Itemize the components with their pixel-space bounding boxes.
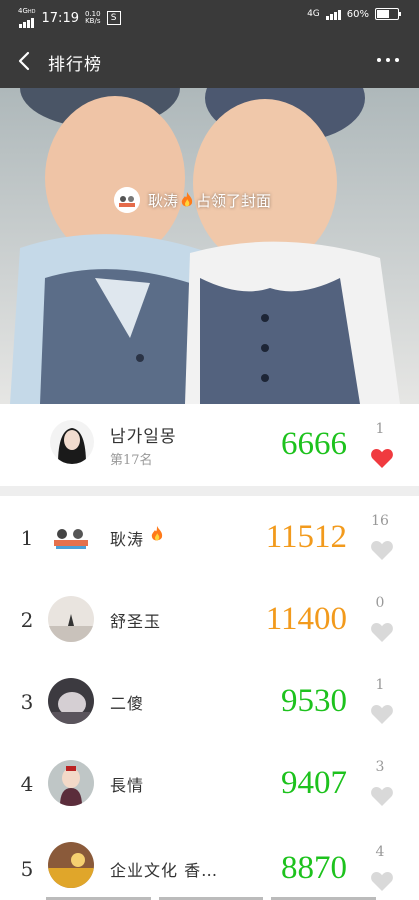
heart-icon[interactable] [370, 447, 394, 469]
avatar[interactable] [48, 596, 94, 642]
avatar[interactable] [48, 842, 94, 888]
my-like-count: 1 [375, 421, 385, 437]
cover-caption: 耿涛 占领了封面 [114, 186, 271, 214]
score: 11512 [265, 519, 347, 555]
s-badge-icon: S [106, 11, 121, 25]
heart-icon[interactable] [370, 621, 394, 643]
avatar[interactable] [48, 678, 94, 724]
rank-number: 3 [20, 690, 34, 714]
cover-user-name: 耿涛 [148, 191, 179, 210]
cover-user-avatar[interactable] [114, 187, 140, 213]
cover-photo [0, 88, 419, 404]
my-rank-card: 남가일몽 第17名 6666 1 [0, 404, 419, 486]
net-speed: 0.10 KB/s [84, 10, 101, 25]
fire-icon [181, 192, 193, 207]
status-bar: 4GHD 17:19 0.10 KB/s S 4G 60% [0, 0, 419, 34]
clock: 17:19 [41, 10, 79, 26]
user-name: 企业文化 香… [110, 861, 219, 880]
my-name: 남가일몽 [110, 427, 177, 447]
avatar[interactable] [48, 760, 94, 806]
fire-icon [151, 526, 163, 541]
score: 9530 [281, 683, 347, 719]
score: 11400 [265, 601, 347, 637]
my-avatar[interactable] [50, 420, 94, 464]
more-options-icon[interactable] [377, 58, 399, 62]
top-nav: 排行榜 [0, 34, 419, 88]
heart-icon[interactable] [370, 785, 394, 807]
signal-bars-icon [325, 8, 341, 20]
like-count: 16 [371, 513, 389, 529]
page-title: 排行榜 [48, 55, 102, 75]
network-label: 4G [307, 9, 320, 19]
rank-number: 4 [20, 772, 34, 796]
back-arrow-icon[interactable] [14, 50, 36, 72]
signal-icon: 4GHD [18, 8, 36, 28]
like-count: 4 [375, 844, 385, 860]
like-count: 1 [375, 677, 385, 693]
cover-caption-text: 占领了封面 [196, 191, 272, 210]
user-name: 長情 [110, 776, 145, 795]
my-score: 6666 [281, 426, 347, 462]
section-divider [0, 486, 419, 496]
leaderboard-row[interactable]: 5 企业文化 香… 8870 4 [0, 824, 419, 900]
battery-icon [375, 8, 401, 20]
rank-number: 2 [20, 608, 34, 632]
my-rank-text: 第17名 [110, 453, 153, 468]
user-name: 耿涛 [110, 530, 145, 549]
battery-percent: 60% [346, 8, 369, 20]
heart-icon[interactable] [370, 870, 394, 892]
score: 9407 [281, 765, 347, 801]
heart-icon[interactable] [370, 703, 394, 725]
like-count: 0 [375, 595, 385, 611]
leaderboard-row[interactable]: 2 舒圣玉 11400 0 [0, 578, 419, 661]
user-name: 二傻 [110, 694, 145, 713]
leaderboard-row[interactable]: 1 耿涛 11512 16 [0, 496, 419, 579]
rank-number: 1 [20, 526, 34, 550]
like-count: 3 [375, 759, 385, 775]
heart-icon[interactable] [370, 539, 394, 561]
cover-banner: 耿涛 占领了封面 [0, 88, 419, 404]
user-name: 舒圣玉 [110, 612, 162, 631]
score: 8870 [281, 850, 347, 886]
leaderboard-row[interactable]: 3 二傻 9530 1 [0, 660, 419, 743]
rank-number: 5 [20, 857, 34, 881]
avatar[interactable] [48, 514, 94, 560]
leaderboard-row[interactable]: 4 長情 9407 3 [0, 742, 419, 825]
